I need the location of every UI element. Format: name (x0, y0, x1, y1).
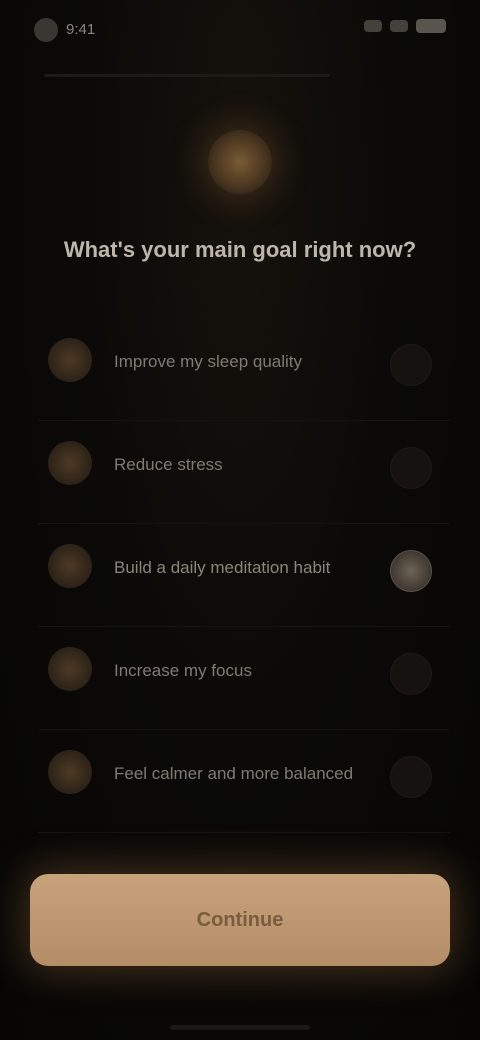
goal-option-label: Increase my focus (114, 661, 252, 680)
headline-text: What's your main goal right now? (63, 237, 417, 262)
onboarding-screen: 9:41 What's your main goal right now? Im… (0, 0, 480, 1040)
goal-option-label: Feel calmer and more balanced (114, 764, 354, 783)
sparkle-icon (208, 130, 272, 194)
goal-option[interactable]: Feel calmer and more balanced (38, 730, 450, 833)
lotus-icon (48, 544, 92, 588)
moon-icon (48, 338, 92, 382)
battery-icon (416, 19, 446, 33)
goal-option[interactable]: Improve my sleep quality (38, 318, 450, 421)
status-bar: 9:41 (0, 0, 480, 60)
progress-bar (44, 74, 330, 77)
page-title: What's your main goal right now? (40, 234, 440, 266)
status-time: 9:41 (66, 21, 96, 38)
radio-button[interactable] (390, 344, 432, 386)
continue-button[interactable]: Continue (30, 874, 450, 966)
goal-option-label: Improve my sleep quality (114, 352, 303, 371)
signal-icon (364, 20, 382, 32)
radio-button[interactable] (390, 653, 432, 695)
home-indicator (170, 1025, 310, 1030)
goal-options-list: Improve my sleep quality Reduce stress B… (38, 318, 450, 833)
radio-button[interactable] (390, 447, 432, 489)
goal-option-selected[interactable]: Build a daily meditation habit (38, 524, 450, 627)
goal-option-label: Reduce stress (114, 455, 223, 474)
goal-option-label: Build a daily meditation habit (114, 558, 331, 577)
radio-button[interactable] (390, 756, 432, 798)
camera-dot-icon (34, 18, 58, 42)
status-indicators (364, 19, 446, 33)
wifi-icon (390, 20, 408, 32)
goal-option[interactable]: Reduce stress (38, 421, 450, 524)
balance-icon (48, 750, 92, 794)
target-icon (48, 647, 92, 691)
goal-option[interactable]: Increase my focus (38, 627, 450, 730)
leaf-icon (48, 441, 92, 485)
radio-button-checked[interactable] (390, 550, 432, 592)
